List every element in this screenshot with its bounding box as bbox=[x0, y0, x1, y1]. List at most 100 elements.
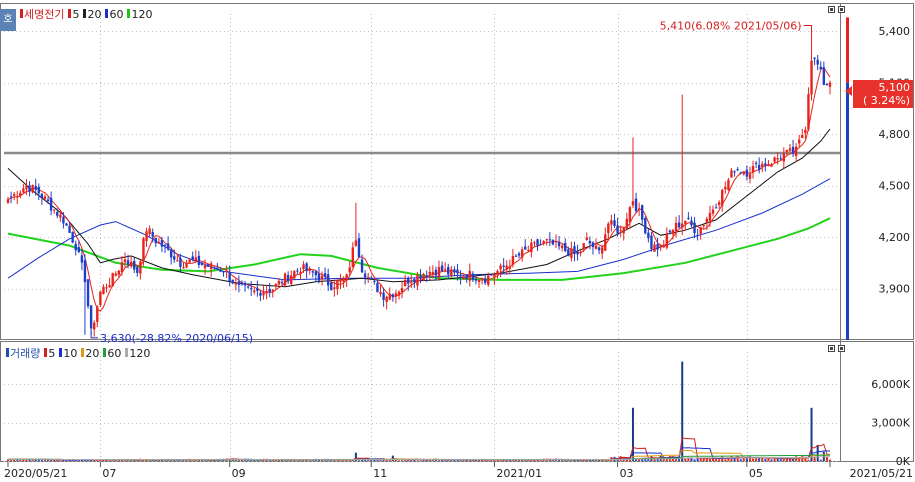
max-annotation-leader bbox=[803, 24, 813, 32]
candle-body bbox=[388, 293, 391, 300]
candle bbox=[708, 205, 712, 227]
candle bbox=[286, 271, 290, 284]
candle-body bbox=[748, 173, 752, 179]
candle bbox=[530, 238, 533, 258]
candle bbox=[810, 29, 813, 101]
candle-body bbox=[265, 291, 268, 294]
candle-body bbox=[231, 279, 234, 284]
volume-bar bbox=[200, 460, 203, 461]
candle bbox=[293, 269, 296, 280]
volume-bars bbox=[7, 361, 831, 461]
candle-body bbox=[730, 170, 733, 178]
candle-body bbox=[607, 223, 610, 234]
candle bbox=[52, 209, 56, 214]
candle-body bbox=[114, 273, 117, 276]
candle-body bbox=[579, 251, 582, 253]
volume-panel-minimize-button[interactable] bbox=[828, 345, 835, 352]
volume-panel-close-button[interactable] bbox=[838, 345, 845, 352]
candle-body bbox=[810, 60, 813, 95]
chart-menu-chip[interactable]: 호 bbox=[0, 9, 16, 31]
candle bbox=[320, 271, 324, 286]
candle-body bbox=[290, 275, 293, 284]
candle bbox=[357, 233, 361, 258]
candle bbox=[551, 239, 555, 246]
candle-body bbox=[246, 286, 250, 288]
candle bbox=[157, 237, 161, 244]
candle-body bbox=[754, 162, 758, 164]
candle-body bbox=[816, 59, 819, 65]
candle-body bbox=[693, 222, 696, 234]
volume-bar bbox=[779, 459, 782, 461]
candle bbox=[462, 275, 465, 280]
volume-bar bbox=[114, 460, 117, 461]
price-legend-item: 세명전기 bbox=[20, 6, 64, 22]
candle-body bbox=[225, 270, 228, 272]
price-legend-label: 5 bbox=[72, 7, 80, 21]
price-legend-item: 5 bbox=[68, 8, 79, 21]
candle bbox=[391, 293, 395, 302]
volume-bar bbox=[40, 460, 43, 461]
candle-body bbox=[567, 249, 570, 257]
candle bbox=[641, 204, 644, 226]
candle bbox=[200, 261, 204, 266]
volume-bar bbox=[419, 460, 422, 461]
volume-legend-swatch bbox=[81, 347, 85, 357]
x-tick-label: 07 bbox=[102, 467, 116, 480]
candle bbox=[19, 190, 22, 199]
candle bbox=[687, 212, 690, 220]
volume-legend-swatch bbox=[44, 347, 48, 357]
candle bbox=[711, 205, 715, 217]
candle bbox=[813, 57, 816, 66]
price-panel-close-button[interactable] bbox=[838, 6, 845, 13]
candle bbox=[65, 222, 68, 226]
candle bbox=[761, 161, 764, 173]
candle bbox=[779, 154, 782, 161]
candle-body bbox=[785, 149, 789, 153]
volume-bar bbox=[733, 458, 736, 461]
candle-body bbox=[801, 135, 804, 139]
candle-body bbox=[573, 246, 576, 254]
candle-body bbox=[330, 282, 333, 290]
candle-body bbox=[256, 288, 259, 291]
candle-body bbox=[434, 269, 438, 276]
candle-body bbox=[702, 225, 705, 227]
candle-body bbox=[625, 218, 629, 229]
candle bbox=[154, 237, 157, 248]
candle-body bbox=[323, 273, 327, 277]
volume-legend-item: 20 bbox=[81, 347, 99, 360]
candle bbox=[499, 263, 502, 278]
price-legend-label: 세명전기 bbox=[24, 8, 65, 21]
candle-body bbox=[173, 256, 176, 260]
candle-body bbox=[410, 282, 413, 284]
volume-bar bbox=[277, 460, 280, 461]
candle bbox=[757, 157, 761, 174]
price-legend: 세명전기 5 20 60 120 bbox=[20, 6, 152, 22]
candle-body bbox=[662, 244, 665, 248]
candle bbox=[108, 277, 111, 288]
candle-body bbox=[16, 196, 19, 198]
candle-body bbox=[613, 220, 616, 226]
candle bbox=[139, 259, 142, 280]
candle bbox=[748, 166, 752, 184]
candle bbox=[305, 262, 308, 279]
candle bbox=[819, 61, 822, 70]
candle-body bbox=[576, 251, 579, 255]
candle bbox=[22, 184, 25, 194]
candle bbox=[326, 268, 330, 291]
candle-body bbox=[761, 163, 764, 167]
candle bbox=[825, 83, 829, 86]
candle bbox=[724, 181, 727, 194]
x-tick-label: 2021/05/21 bbox=[850, 467, 913, 480]
candle-body bbox=[656, 244, 659, 250]
candle-body bbox=[499, 265, 502, 270]
candle-body bbox=[447, 267, 450, 275]
candle bbox=[465, 274, 468, 283]
candle-body bbox=[631, 201, 635, 206]
candle-body bbox=[93, 322, 96, 330]
candle-body bbox=[487, 275, 490, 285]
candle-body bbox=[99, 291, 102, 306]
candle bbox=[354, 202, 358, 247]
price-panel-minimize-button[interactable] bbox=[828, 6, 835, 13]
candle-body bbox=[305, 263, 308, 272]
candle-body bbox=[259, 292, 262, 296]
